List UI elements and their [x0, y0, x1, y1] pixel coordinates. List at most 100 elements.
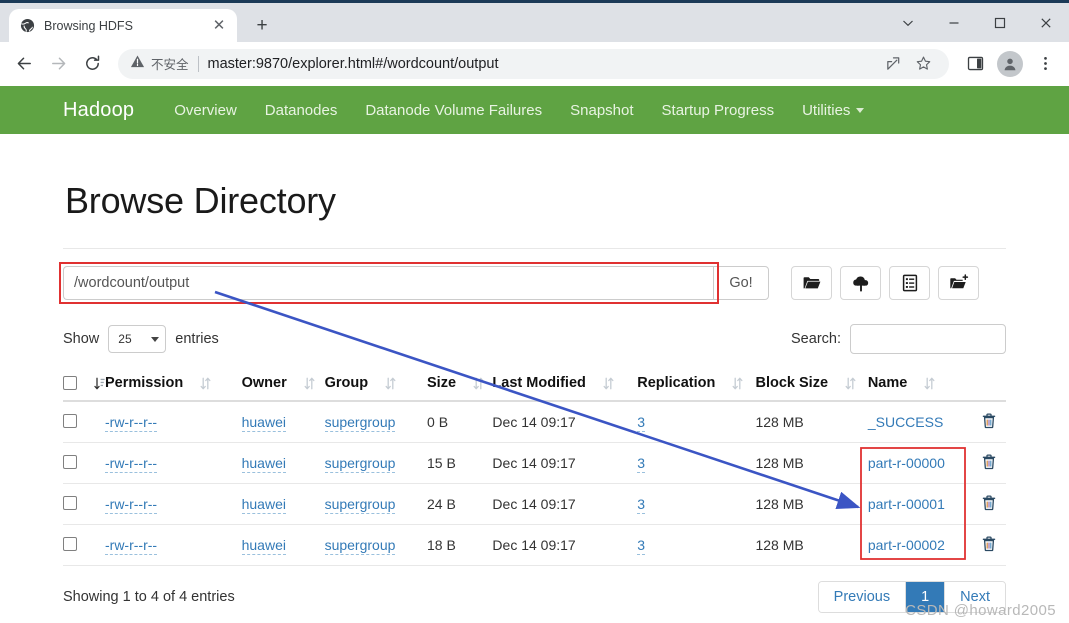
avatar[interactable] [997, 50, 1023, 77]
th-last-modified[interactable]: Last Modified [492, 368, 638, 402]
page-title: Browse Directory [65, 180, 336, 221]
th-size-label: Size [427, 375, 457, 391]
maximize-icon[interactable] [977, 3, 1023, 42]
table-row[interactable]: -rw-r--r-- huawei supergroup 0 B Dec 14 … [63, 401, 1006, 443]
permission-value[interactable]: -rw-r--r-- [105, 455, 158, 473]
bookmark-star-icon[interactable] [909, 50, 937, 78]
page-size-select[interactable]: 25 [108, 325, 167, 353]
new-folder-icon[interactable] [938, 266, 979, 300]
cell-last-modified: Dec 14 09:17 [492, 483, 638, 525]
row-checkbox-cell[interactable] [63, 442, 105, 484]
table-row[interactable]: -rw-r--r-- huawei supergroup 24 B Dec 14… [63, 483, 1006, 525]
close-window-icon[interactable] [1023, 3, 1069, 42]
minimize-icon[interactable] [931, 3, 977, 42]
group-value[interactable]: supergroup [324, 496, 396, 514]
replication-value[interactable]: 3 [637, 537, 646, 555]
cell-delete[interactable] [971, 442, 1006, 484]
row-checkbox-cell[interactable] [63, 401, 105, 443]
hadoop-brand[interactable]: Hadoop [63, 99, 134, 122]
cell-delete[interactable] [971, 524, 1006, 566]
upload-cloud-icon[interactable] [840, 266, 881, 300]
file-name-link[interactable]: _SUCCESS [868, 414, 943, 430]
replication-value[interactable]: 3 [637, 414, 646, 432]
row-checkbox-cell[interactable] [63, 483, 105, 525]
table-controls: Show 25 entries Search: [63, 324, 1006, 354]
trash-icon[interactable] [981, 454, 997, 473]
trash-icon[interactable] [981, 536, 997, 555]
clipboard-list-icon[interactable] [889, 266, 930, 300]
th-group-label: Group [324, 375, 369, 391]
th-permission[interactable]: Permission [105, 368, 242, 402]
group-value[interactable]: supergroup [324, 455, 396, 473]
cell-delete[interactable] [971, 483, 1006, 525]
th-owner-label: Owner [241, 375, 287, 391]
row-checkbox[interactable] [63, 536, 77, 551]
more-menu-icon[interactable] [1029, 48, 1061, 80]
file-name-link[interactable]: part-r-00000 [868, 455, 945, 471]
go-button[interactable]: Go! [713, 266, 769, 300]
cell-delete[interactable] [971, 401, 1006, 443]
path-toolbar-row: /wordcount/output Go! [59, 262, 1006, 304]
url-text[interactable]: master:9870/explorer.html#/wordcount/out… [208, 56, 872, 72]
show-label: Show [63, 331, 100, 347]
trash-icon[interactable] [981, 413, 997, 432]
th-name[interactable]: Name [867, 368, 972, 402]
nav-startup-progress[interactable]: Startup Progress [648, 102, 789, 119]
select-all-checkbox[interactable] [63, 376, 77, 390]
permission-value[interactable]: -rw-r--r-- [105, 414, 158, 432]
address-bar[interactable]: 不安全 master:9870/explorer.html#/wordcount… [118, 48, 949, 79]
nav-utilities[interactable]: Utilities [788, 102, 878, 119]
owner-value[interactable]: huawei [241, 496, 286, 514]
trash-icon[interactable] [981, 495, 997, 514]
row-checkbox[interactable] [63, 454, 77, 469]
th-replication-label: Replication [637, 375, 716, 391]
new-tab-button[interactable]: + [248, 11, 276, 39]
group-value[interactable]: supergroup [324, 537, 396, 555]
pagination-previous[interactable]: Previous [818, 582, 907, 612]
nav-overview[interactable]: Overview [160, 102, 251, 119]
replication-value[interactable]: 3 [637, 496, 646, 514]
permission-value[interactable]: -rw-r--r-- [105, 496, 158, 514]
nav-datanodes[interactable]: Datanodes [251, 102, 352, 119]
row-checkbox[interactable] [63, 413, 77, 428]
th-size[interactable]: Size [427, 368, 493, 402]
th-group[interactable]: Group [324, 368, 428, 402]
th-owner[interactable]: Owner [241, 368, 325, 402]
th-block-size[interactable]: Block Size [755, 368, 868, 402]
replication-value[interactable]: 3 [637, 455, 646, 473]
owner-value[interactable]: huawei [241, 414, 286, 432]
th-last-modified-label: Last Modified [492, 375, 586, 391]
row-checkbox-cell[interactable] [63, 524, 105, 566]
row-checkbox[interactable] [63, 495, 77, 510]
search-input[interactable] [850, 324, 1006, 354]
th-replication[interactable]: Replication [637, 368, 756, 402]
entries-label: entries [175, 331, 219, 347]
table-row[interactable]: -rw-r--r-- huawei supergroup 18 B Dec 14… [63, 524, 1006, 566]
cell-group: supergroup [324, 442, 428, 484]
warning-triangle-icon [130, 54, 145, 74]
permission-value[interactable]: -rw-r--r-- [105, 537, 158, 555]
th-select-all[interactable] [63, 368, 105, 402]
table-row[interactable]: -rw-r--r-- huawei supergroup 15 B Dec 14… [63, 442, 1006, 484]
reload-icon[interactable] [76, 48, 108, 80]
file-name-link[interactable]: part-r-00001 [868, 496, 945, 512]
forward-icon[interactable] [42, 48, 74, 80]
cell-permission: -rw-r--r-- [105, 401, 242, 443]
side-panel-icon[interactable] [959, 48, 991, 80]
back-icon[interactable] [8, 48, 40, 80]
nav-snapshot[interactable]: Snapshot [556, 102, 647, 119]
title-divider [63, 248, 1006, 249]
owner-value[interactable]: huawei [241, 537, 286, 555]
path-input[interactable]: /wordcount/output [59, 262, 719, 304]
close-icon[interactable]: ✕ [211, 18, 227, 34]
nav-datanode-volume-failures[interactable]: Datanode Volume Failures [351, 102, 556, 119]
security-indicator[interactable]: 不安全 [130, 54, 189, 74]
owner-value[interactable]: huawei [241, 455, 286, 473]
browser-tab[interactable]: Browsing HDFS ✕ [9, 9, 237, 42]
group-value[interactable]: supergroup [324, 414, 396, 432]
share-icon[interactable] [879, 50, 907, 78]
folder-icon[interactable] [791, 266, 832, 300]
cell-size: 24 B [427, 483, 493, 525]
chevron-down-icon[interactable] [885, 3, 931, 42]
file-name-link[interactable]: part-r-00002 [868, 537, 945, 553]
